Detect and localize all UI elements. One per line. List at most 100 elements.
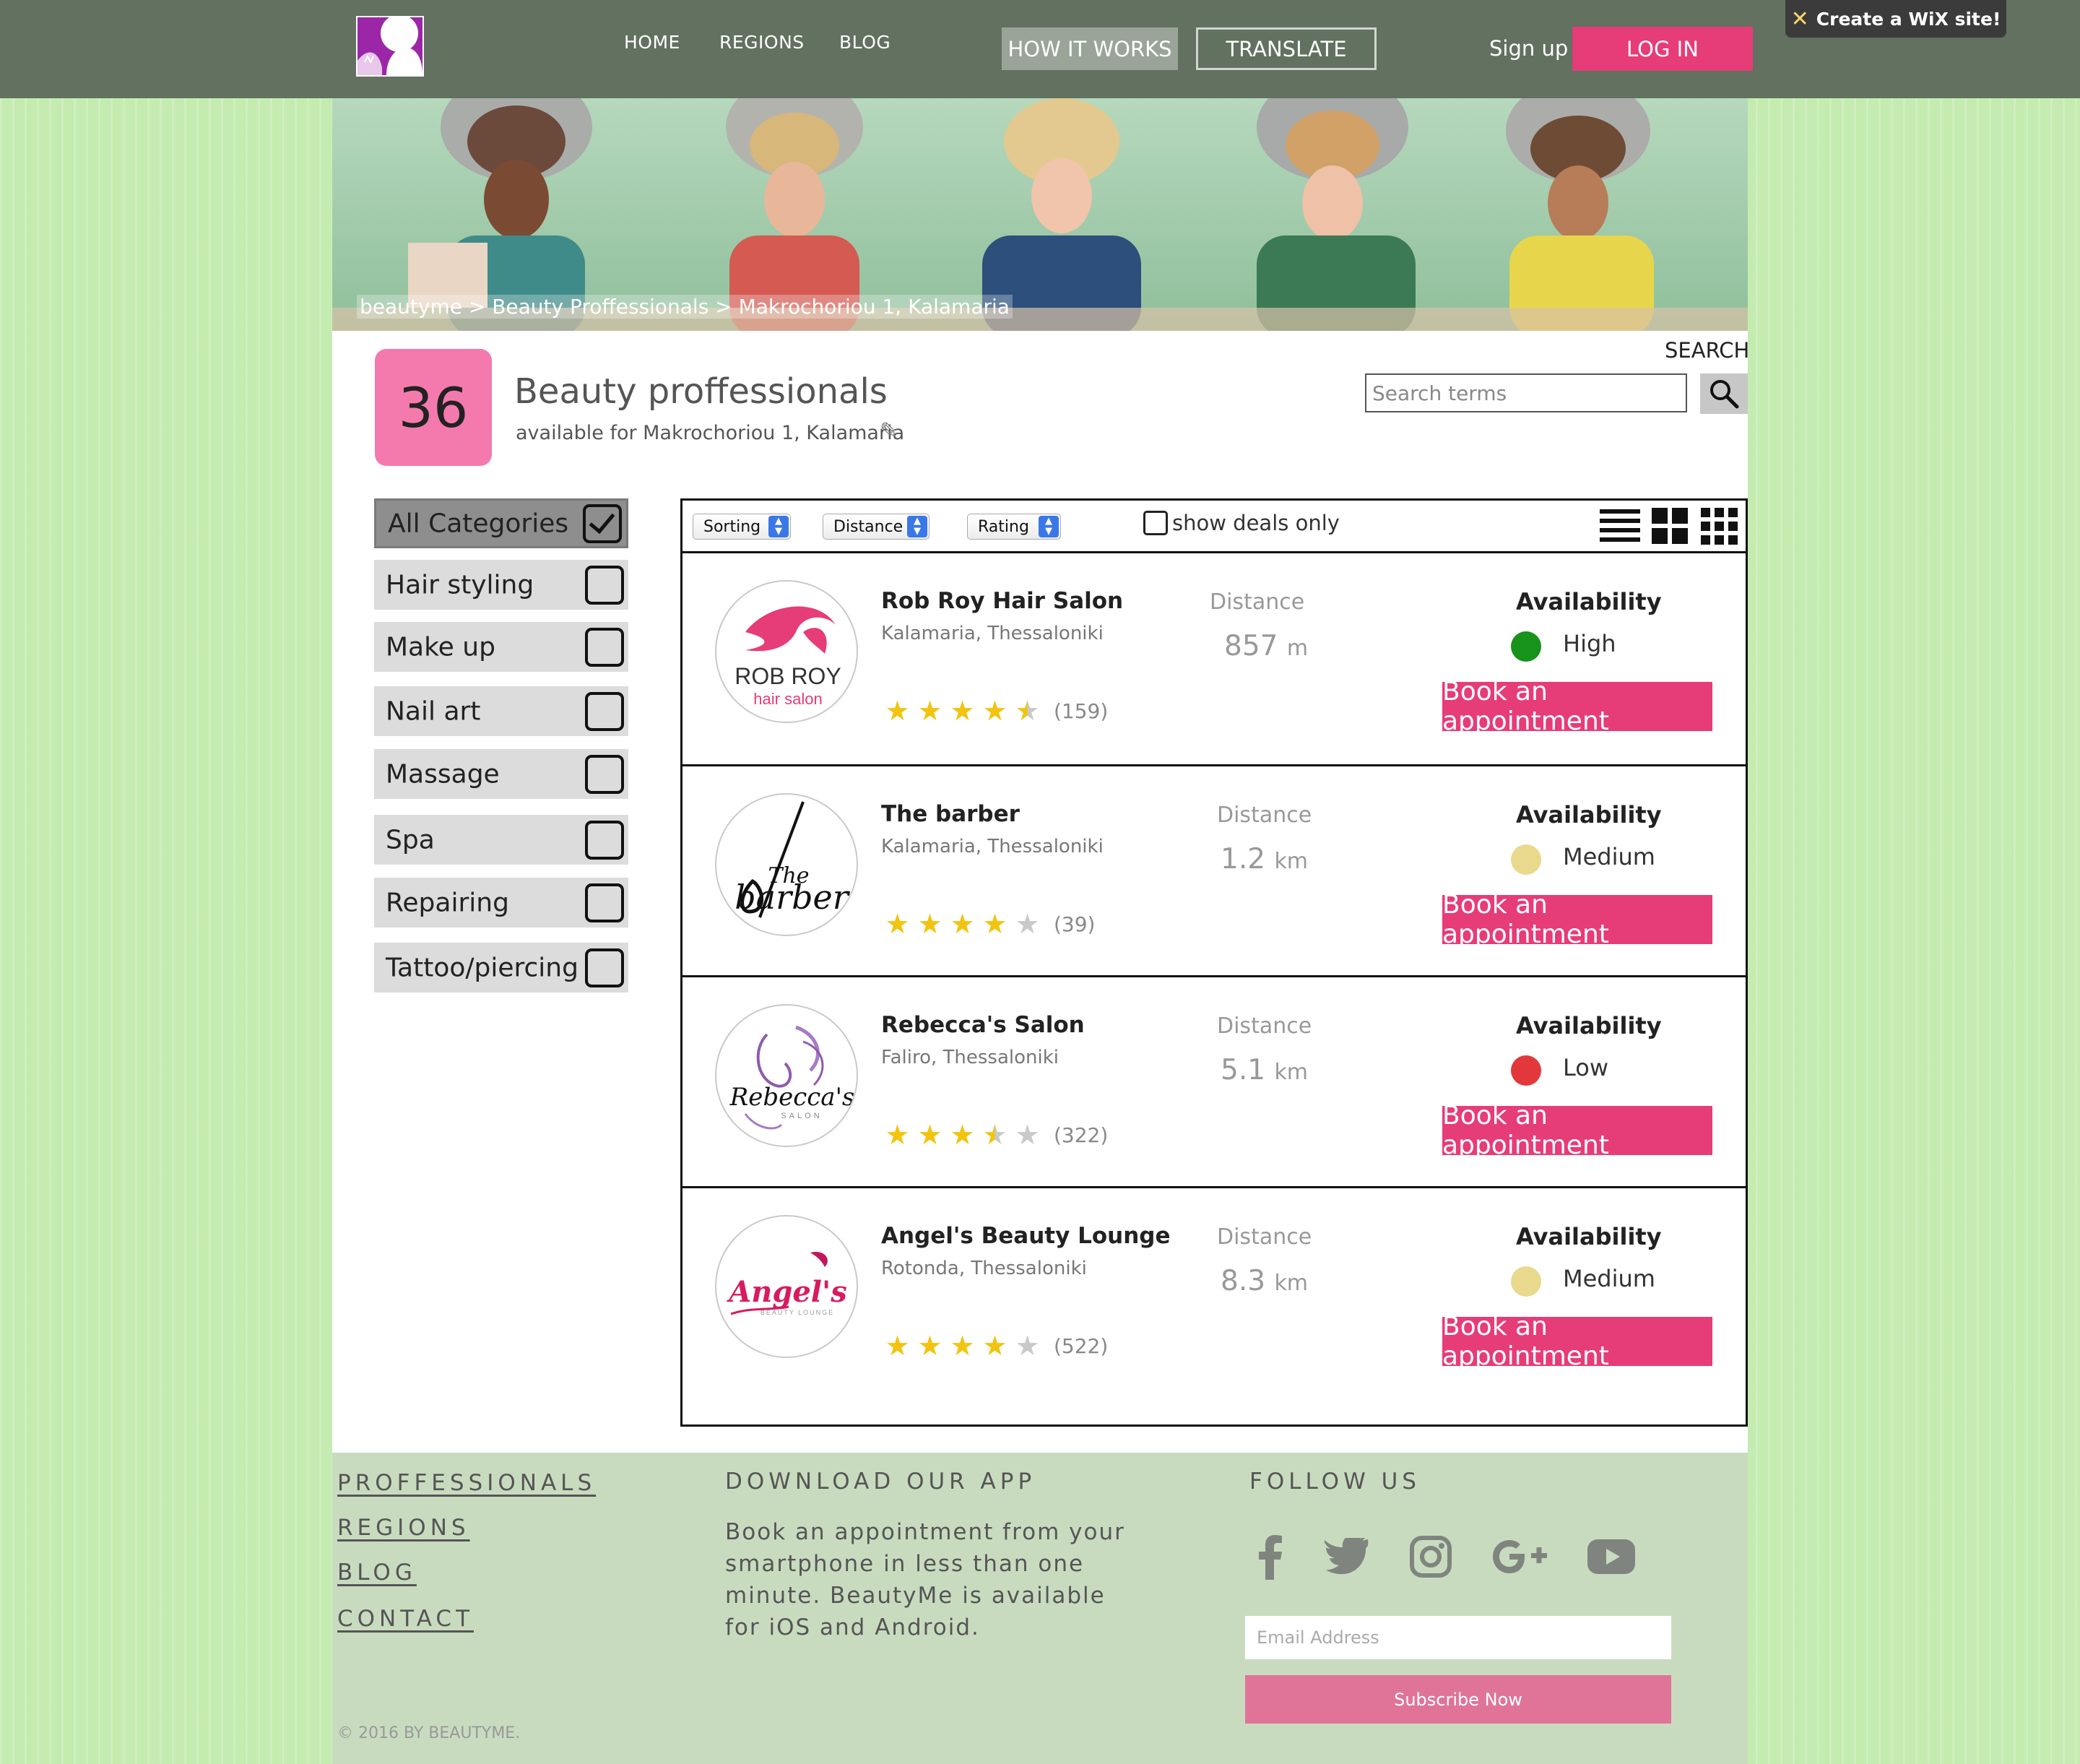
salon-name[interactable]: Rebecca's Salon: [881, 1012, 1085, 1038]
subscribe-button[interactable]: Subscribe Now: [1245, 1675, 1671, 1724]
top-navigation-bar: HOME REGIONS BLOG HOW IT WORKS TRANSLATE…: [0, 0, 2080, 98]
star-icon: ★: [885, 908, 910, 940]
footer-link-contact[interactable]: CONTACT: [337, 1606, 474, 1632]
salon-row[interactable]: ROB ROY hair salon Rob Roy Hair Salon Ka…: [682, 553, 1746, 764]
show-deals-toggle[interactable]: show deals only: [1143, 511, 1340, 535]
category-checkbox[interactable]: [583, 503, 622, 543]
review-count: (522): [1054, 1333, 1109, 1358]
small-grid-view-icon[interactable]: [1701, 508, 1738, 545]
rating-select[interactable]: Rating ▲ ▼: [967, 514, 1061, 540]
wix-banner[interactable]: ✕ Create a WiX site!: [1785, 0, 2006, 38]
category-spa[interactable]: Spa: [374, 815, 628, 865]
sorting-select[interactable]: Sorting ▲ ▼: [693, 514, 791, 540]
availability-indicator: [1511, 1055, 1541, 1086]
sign-up-link[interactable]: Sign up: [1489, 36, 1568, 61]
salon-location: Rotonda, Thessaloniki: [881, 1258, 1087, 1279]
youtube-icon[interactable]: [1587, 1539, 1635, 1574]
book-appointment-button[interactable]: Book an appointment: [1442, 1312, 1712, 1371]
distance-number: 1.2: [1221, 843, 1266, 875]
google-plus-icon[interactable]: [1492, 1538, 1547, 1575]
star-icon: ★: [917, 908, 942, 940]
review-count: (159): [1054, 699, 1109, 723]
list-view-icon[interactable]: [1600, 508, 1640, 545]
distance-value: 1.2 km: [1221, 843, 1308, 875]
category-checkbox[interactable]: [585, 627, 624, 667]
nav-home[interactable]: HOME: [624, 32, 680, 53]
category-label: Repairing: [386, 888, 509, 917]
angels-logo-sub: BEAUTY LOUNGE: [760, 1309, 834, 1316]
category-tattoo-piercing[interactable]: Tattoo/piercing: [374, 943, 628, 993]
category-checkbox[interactable]: [585, 948, 624, 987]
star-icon: ★: [885, 1330, 910, 1362]
rating-stars: ★ ★ ★ ★ ★ (522): [881, 1331, 1108, 1360]
search-button[interactable]: [1700, 373, 1748, 414]
category-checkbox[interactable]: [585, 691, 624, 731]
empty-star-icon: ★: [1015, 1119, 1040, 1151]
availability-label: Availability: [1516, 1223, 1662, 1250]
category-all[interactable]: All Categories: [374, 498, 628, 548]
category-nail-art[interactable]: Nail art: [374, 686, 628, 736]
distance-select[interactable]: Distance ▲ ▼: [823, 514, 930, 540]
availability-label: Availability: [1516, 801, 1662, 829]
category-make-up[interactable]: Make up: [374, 622, 628, 672]
category-label: Massage: [386, 759, 500, 789]
angels-logo: Angel's BEAUTY LOUNGE: [715, 1215, 858, 1358]
salon-row[interactable]: The barber The barber Kalamaria, Thessal…: [682, 764, 1746, 977]
download-app-text: Book an appointment from your smartphone…: [725, 1519, 1125, 1640]
category-checkbox[interactable]: [585, 565, 624, 605]
nav-blog[interactable]: BLOG: [839, 32, 890, 53]
results-toolbar: Sorting ▲ ▼ Distance ▲ ▼ Rating ▲ ▼ show de…: [682, 501, 1746, 553]
select-arrows-icon: ▲ ▼: [768, 516, 789, 537]
search-label: SEARCH: [1665, 338, 1750, 363]
rebecca-logo-sub: SALON: [781, 1112, 822, 1120]
footer-link-regions[interactable]: REGIONS: [337, 1515, 470, 1541]
select-arrows-icon: ▲ ▼: [1039, 516, 1059, 537]
category-repairing[interactable]: Repairing: [374, 878, 628, 928]
breadcrumb[interactable]: beautyme > Beauty Proffessionals > Makro…: [357, 295, 1013, 319]
availability-value: Medium: [1563, 1265, 1655, 1292]
book-appointment-button[interactable]: Book an appointment: [1442, 677, 1712, 736]
edit-location-pencil-icon[interactable]: ✎: [880, 418, 898, 444]
twitter-icon[interactable]: [1325, 1538, 1369, 1575]
category-hair-styling[interactable]: Hair styling: [374, 560, 628, 610]
footer-link-proffessionals[interactable]: PROFFESSIONALS: [337, 1470, 596, 1496]
category-checkbox[interactable]: [585, 883, 624, 922]
facebook-icon[interactable]: [1255, 1534, 1284, 1580]
salon-location: Kalamaria, Thessaloniki: [881, 836, 1104, 857]
empty-star-icon: ★: [1015, 1330, 1040, 1362]
how-it-works-button[interactable]: HOW IT WORKS: [1002, 27, 1178, 70]
site-logo[interactable]: [356, 16, 424, 77]
nav-regions[interactable]: REGIONS: [719, 32, 805, 53]
category-checkbox[interactable]: [585, 820, 624, 860]
availability-indicator: [1511, 631, 1541, 662]
footer-link-blog[interactable]: BLOG: [337, 1560, 417, 1586]
rating-select-label: Rating: [978, 517, 1029, 536]
salon-name[interactable]: The barber: [881, 801, 1020, 827]
salon-row[interactable]: Rebecca's SALON Rebecca's Salon Faliro, …: [682, 975, 1746, 1188]
instagram-icon[interactable]: [1410, 1536, 1452, 1578]
salon-name[interactable]: Angel's Beauty Lounge: [881, 1223, 1171, 1249]
search-input[interactable]: [1365, 373, 1687, 412]
category-massage[interactable]: Massage: [374, 749, 628, 799]
log-in-button[interactable]: LOG IN: [1572, 27, 1753, 71]
category-label: Nail art: [386, 696, 481, 726]
robroy-logo-title: ROB ROY: [734, 663, 841, 689]
rebecca-logo: Rebecca's SALON: [715, 1004, 858, 1147]
translate-button[interactable]: TRANSLATE: [1196, 27, 1377, 70]
distance-select-label: Distance: [833, 517, 904, 536]
empty-star-icon: ★: [1015, 908, 1040, 940]
book-appointment-button[interactable]: Book an appointment: [1442, 890, 1712, 949]
salon-name[interactable]: Rob Roy Hair Salon: [881, 588, 1123, 614]
grid-view-icon[interactable]: [1652, 508, 1689, 545]
category-label: All Categories: [388, 509, 569, 538]
category-checkbox[interactable]: [585, 754, 624, 794]
show-deals-checkbox[interactable]: [1143, 511, 1168, 535]
rebecca-logo-title: Rebecca's: [729, 1083, 855, 1112]
show-deals-label: show deals only: [1172, 511, 1340, 535]
angels-logo-title: Angel's: [726, 1275, 847, 1309]
email-input[interactable]: [1245, 1616, 1671, 1659]
book-appointment-button[interactable]: Book an appointment: [1442, 1101, 1712, 1160]
distance-label: Distance: [1210, 589, 1305, 615]
star-icon: ★: [982, 1330, 1008, 1362]
salon-row[interactable]: Angel's BEAUTY LOUNGE Angel's Beauty Lou…: [682, 1186, 1746, 1399]
